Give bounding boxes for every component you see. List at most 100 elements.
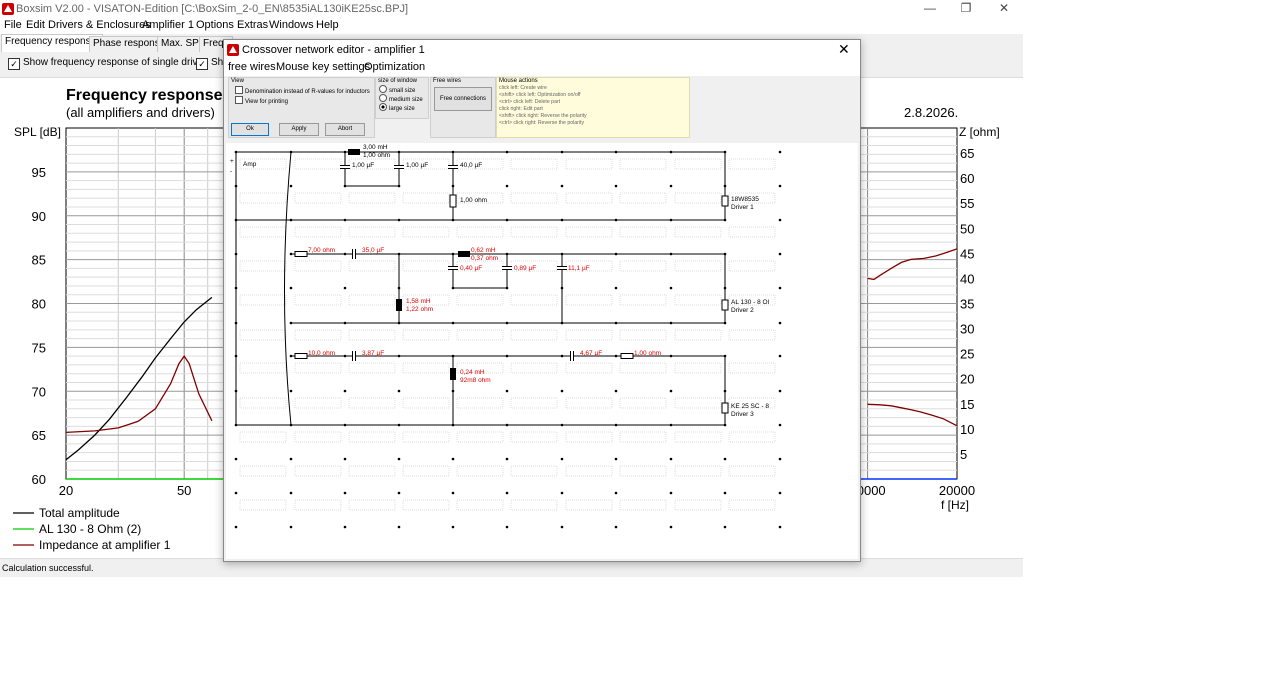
x-tick-label: 20000 [939,483,975,498]
mouse-hint: <ctrl> click left: Delete part [499,99,561,105]
grid-slot [510,329,558,341]
grid-slot [348,397,396,409]
grid-slot [402,192,450,204]
grid-slot [348,499,396,511]
grid-slot [728,260,776,272]
grid-node [343,525,347,529]
capacitor-c1 [340,165,350,169]
driver3-model: KE 25 SC - 8 [731,403,769,410]
grid-slot [456,329,504,341]
y2-tick-label: 45 [960,246,974,261]
menu-amplifier-1[interactable]: Amplifier 1 [142,19,194,31]
resistor-r3 [294,353,308,359]
grid-slot [294,294,342,306]
grid-slot [510,431,558,443]
menu-drivers-enclosures[interactable]: Drivers & Enclosures [48,19,151,31]
c6-value: 0,89 µF [514,265,536,272]
grid-node [234,525,238,529]
y2-tick-label: 10 [960,422,974,437]
large-size-radio[interactable]: large size [379,103,415,112]
y2-tick-label: 40 [960,271,974,286]
grid-slot [565,465,613,477]
r3-value: 10,0 ohm [308,350,335,357]
grid-slot [294,362,342,374]
printing-checkbox[interactable]: View for printing [235,96,288,105]
maximize-button[interactable]: ❐ [948,0,984,18]
crossover-schematic[interactable]: Amp + - 3,00 mH 1,00 ohm 1,00 µF 1,00 µF… [226,143,858,559]
grid-node [723,491,727,495]
grid-node [778,252,782,256]
c4-value: 35,0 µF [362,247,384,254]
grid-slot [510,362,558,374]
grid-node [669,457,673,461]
grid-slot [674,329,722,341]
grid-node [451,525,455,529]
boxsim-app-icon [227,44,239,56]
menu-file[interactable]: File [4,19,22,31]
grid-slot [239,465,287,477]
apply-button[interactable]: Apply [279,123,319,136]
c7-value: 11,1 µF [568,265,590,272]
grid-slot [402,226,450,238]
schematic-grid [234,150,782,529]
grid-node [289,525,293,529]
mouse-hint: click right: Edit part [499,106,543,112]
grid-slot [674,362,722,374]
crossover-schematic-canvas[interactable]: Amp + - 3,00 mH 1,00 ohm 1,00 µF 1,00 µF… [226,143,858,559]
grid-slot [348,294,396,306]
grid-node [234,457,238,461]
capacitor-c9 [570,351,574,361]
grid-slot [456,499,504,511]
grid-node [778,321,782,325]
inductor-l4 [450,368,456,380]
free-connections-button[interactable]: Free connections [434,87,492,111]
grid-node [669,525,673,529]
menu-mouse-key-settings[interactable]: Mouse key settings [276,61,370,73]
ok-button[interactable]: Ok [231,123,269,136]
minimize-button[interactable]: — [912,0,948,18]
abort-button[interactable]: Abort [325,123,365,136]
printing-label: View for printing [245,99,288,105]
grid-slot [402,329,450,341]
grid-slot [510,499,558,511]
grid-slot [239,362,287,374]
l3-resistance: 1,22 ohm [406,306,433,313]
single-driver-checkbox[interactable]: ✓ Show frequency response of single drive… [8,57,206,70]
grid-node [505,184,509,188]
y2-tick-label: 30 [960,322,974,337]
grid-slot [728,431,776,443]
grid-slot [456,431,504,443]
menu-options[interactable]: Options [196,19,234,31]
grid-node [505,491,509,495]
menu-extras[interactable]: Extras [237,19,268,31]
menu-free-wires[interactable]: free wires [228,61,276,73]
grid-slot [619,397,667,409]
medium-size-radio[interactable]: medium size [379,94,423,103]
view-group: View Denomination instead of R-values fo… [228,77,375,138]
grid-slot [510,294,558,306]
grid-slot [348,431,396,443]
y-axis-label: SPL [dB] [14,125,61,139]
menu-edit[interactable]: Edit [26,19,45,31]
denomination-checkbox[interactable]: Denomination instead of R-values for ind… [235,86,370,95]
y2-tick-label: 25 [960,347,974,362]
grid-node [723,525,727,529]
crossover-title: Crossover network editor - amplifier 1 [242,44,425,56]
grid-node [505,525,509,529]
check-icon: ✓ [196,58,208,70]
grid-node [778,525,782,529]
resistor-r4 [620,353,634,359]
schematic-labels: Amp + - 3,00 mH 1,00 ohm 1,00 µF 1,00 µF… [230,144,770,418]
boxsim-app-icon [2,3,14,15]
capacitor-c4 [352,249,356,259]
menu-optimization[interactable]: Optimization [364,61,425,73]
menu-help[interactable]: Help [316,19,339,31]
menu-windows[interactable]: Windows [269,19,314,31]
inductor-l1 [348,149,360,155]
y2-tick-label: 50 [960,221,974,236]
mouse-hint: <shift> click left: Optimization on/off [499,92,581,98]
tab-frequency-response[interactable]: Frequency response. [1,34,103,54]
crossover-close-button[interactable]: ✕ [838,41,850,58]
close-button[interactable]: ✕ [986,0,1022,18]
small-size-radio[interactable]: small size [379,85,415,94]
